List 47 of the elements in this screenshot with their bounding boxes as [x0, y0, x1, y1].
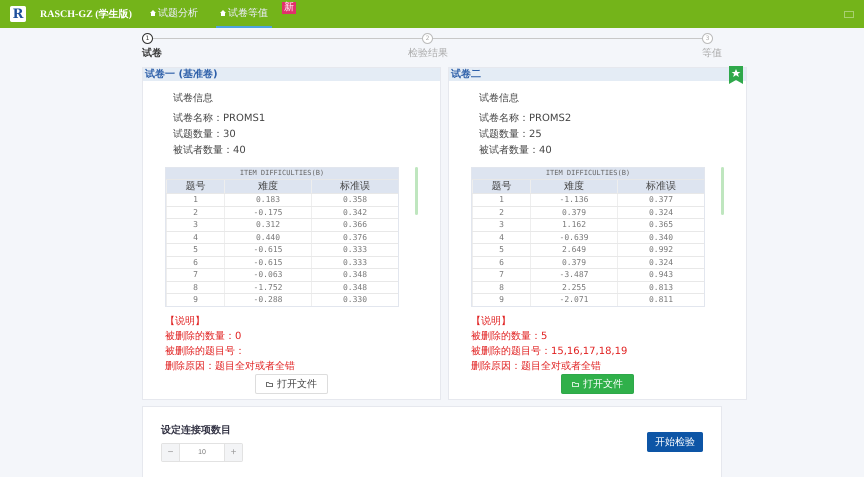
increment-button[interactable]: +	[225, 444, 242, 460]
app-logo: R	[10, 6, 26, 22]
info-line: 试题数量：30	[173, 128, 237, 142]
step-label: 等值	[702, 47, 722, 60]
home-icon	[220, 10, 226, 16]
note-line: 删除原因：题目全对或者全错	[165, 360, 296, 372]
table-cell: -2.071	[530, 294, 617, 306]
scrollbar-thumb[interactable]	[721, 167, 724, 215]
info-line: 试卷名称：PROMS1	[173, 112, 266, 126]
note-line: 被删除的数量：5	[471, 330, 548, 342]
app-title: RASCH-GZ (学生版)	[40, 8, 132, 21]
note-line: 被删除的题目号：15,16,17,18,19	[471, 344, 628, 358]
note-line: 删除原因：题目全对或者全错	[471, 360, 602, 372]
note-line: 被删除的题目号：	[165, 344, 246, 358]
nav-label: 试卷等值	[228, 6, 268, 20]
info-title: 试卷信息	[479, 92, 520, 105]
info-line: 被试者数量：40	[173, 144, 247, 158]
folder-icon	[266, 381, 273, 387]
table-cell: 0.811	[617, 294, 704, 306]
decrement-button[interactable]: −	[162, 444, 179, 460]
table-cell: -0.288	[224, 294, 311, 306]
link-count-label: 设定连接项数目	[161, 423, 232, 436]
folder-icon	[572, 381, 579, 387]
note-title: 【说明】	[471, 314, 512, 328]
open-file-button[interactable]: 打开文件	[255, 374, 328, 394]
info-line: 试卷名称：PROMS2	[479, 112, 572, 126]
info-title: 试卷信息	[173, 92, 214, 105]
scrollbar-thumb[interactable]	[415, 167, 418, 215]
open-file-button[interactable]: 打开文件	[561, 374, 634, 394]
new-badge: 新	[282, 2, 296, 14]
note-title: 【说明】	[165, 314, 206, 328]
card-title: 试卷一 (基准卷)	[143, 68, 440, 81]
table-cell: 9	[166, 294, 224, 306]
table-cell: 9	[472, 294, 530, 306]
nav-label: 试题分析	[158, 6, 198, 20]
nav-tab[interactable]: 试卷等值	[216, 0, 272, 28]
info-line: 被试者数量：40	[479, 144, 553, 158]
note-line: 被删除的数量：0	[165, 330, 242, 342]
step-label: 试卷	[142, 46, 162, 60]
nav-tab[interactable]: 试题分析	[146, 0, 202, 28]
home-icon	[150, 10, 156, 16]
start-button[interactable]: 开始检验	[647, 432, 703, 452]
card-title: 试卷二	[449, 68, 746, 81]
table-cell: 0.330	[311, 294, 398, 306]
info-line: 试题数量：25	[479, 128, 543, 142]
step-label: 检验结果	[408, 46, 448, 60]
window-icon[interactable]	[844, 10, 854, 18]
